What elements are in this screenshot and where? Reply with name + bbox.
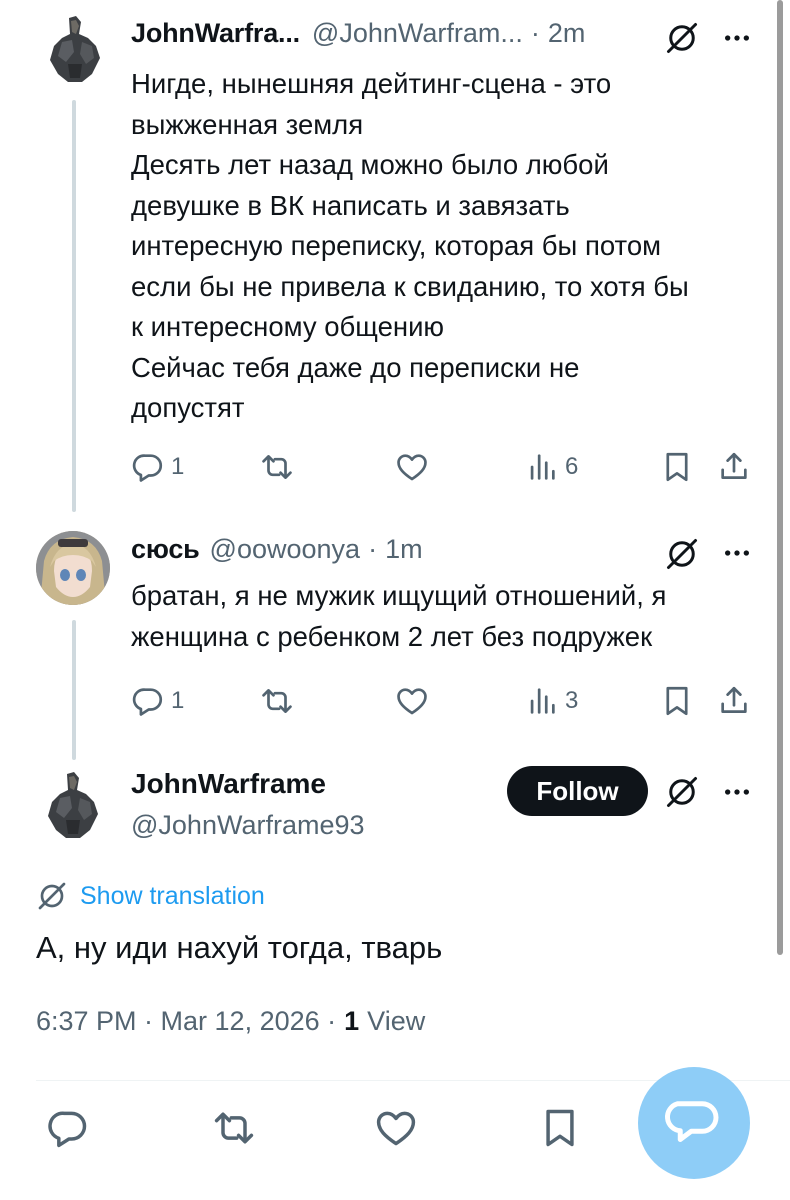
views-icon	[525, 450, 559, 484]
compose-message-icon	[665, 1101, 719, 1142]
tweet-text-line: Сейчас тебя даже до переписки не	[131, 351, 580, 383]
author-name[interactable]: JohnWarfra...	[131, 18, 300, 49]
reply-button[interactable]: 1	[131, 450, 184, 484]
reply-button[interactable]	[46, 1106, 90, 1150]
more-icon[interactable]	[721, 776, 753, 808]
avatar[interactable]	[36, 768, 110, 842]
share-button[interactable]	[717, 450, 751, 484]
focus-author-name[interactable]: JohnWarframe	[131, 768, 326, 800]
author-handle[interactable]: @oowoonya	[210, 534, 361, 565]
more-icon[interactable]	[721, 22, 753, 54]
retweet-icon	[260, 684, 294, 718]
reply-icon	[46, 1106, 90, 1150]
warframe-avatar-image	[50, 16, 100, 82]
views-button[interactable]: 3	[525, 684, 578, 718]
like-icon	[374, 1106, 418, 1150]
grok-icon[interactable]	[664, 774, 700, 810]
like-icon	[395, 450, 429, 484]
tweet-text: Нигде, нынешняя дейтинг-сцена - это выжж…	[131, 64, 756, 429]
reply-button[interactable]: 1	[131, 684, 184, 718]
follow-button[interactable]: Follow	[507, 766, 648, 816]
like-button[interactable]	[395, 684, 429, 718]
views-icon	[525, 684, 559, 718]
tweet-timestamp[interactable]: 6:37 PM · Mar 12, 2026 ·	[36, 1006, 336, 1037]
scrollbar[interactable]	[777, 0, 783, 955]
show-translation-label: Show translation	[80, 881, 265, 910]
reply-count: 1	[171, 453, 185, 480]
tweet-header: сюсь @oowoonya · 1m	[131, 534, 423, 565]
retweet-button[interactable]	[260, 684, 294, 718]
retweet-button[interactable]	[212, 1106, 256, 1150]
tweet-text-line: если бы не привела к свиданию, то хотя б…	[131, 270, 689, 302]
warframe-avatar-image	[48, 772, 98, 838]
views-count: 6	[565, 453, 579, 480]
tweet-text-line: Десять лет назад можно было любой	[131, 149, 609, 180]
share-button[interactable]	[717, 684, 751, 718]
retweet-button[interactable]	[260, 450, 294, 484]
reply-count: 1	[171, 687, 185, 714]
tweet-text-line: женщина с ребенком 2 лет без подружек	[131, 620, 653, 652]
view-count: 1	[344, 1006, 360, 1036]
retweet-icon	[212, 1106, 256, 1150]
author-name[interactable]: сюсь	[131, 534, 200, 565]
tweet-text-line: к интересному общению	[131, 311, 445, 342]
bookmark-icon	[538, 1106, 582, 1150]
reply-icon	[131, 450, 165, 484]
tweet-text: братан, я не мужик ищущий отношений, я ж…	[131, 576, 756, 657]
grok-icon[interactable]	[664, 20, 700, 56]
thread-line	[72, 620, 76, 760]
bookmark-icon	[660, 684, 694, 718]
tweet-text-line: братан, я не мужик ищущий отношений, я	[131, 580, 667, 611]
bookmark-button[interactable]	[660, 450, 694, 484]
avatar[interactable]	[38, 12, 112, 86]
tweet-time[interactable]: 2m	[548, 18, 586, 49]
tweet-text-line: допустят	[131, 392, 245, 423]
focus-author-handle[interactable]: @JohnWarframe93	[131, 810, 365, 841]
tweet-text-line: интересную переписку, которая бы потом	[131, 230, 662, 261]
focus-tweet-text: А, ну иди нахуй тогда, тварь	[36, 930, 443, 965]
grok-icon[interactable]	[664, 536, 700, 572]
tweet-meta: 6:37 PM · Mar 12, 2026 · 1 View	[36, 1006, 425, 1037]
share-icon	[717, 450, 751, 484]
bookmark-button[interactable]	[660, 684, 694, 718]
separator-dot: ·	[530, 18, 540, 48]
bookmark-button[interactable]	[538, 1106, 582, 1150]
separator-dot: ·	[368, 534, 378, 564]
views-button[interactable]: 6	[525, 450, 578, 484]
tweet-actions: 1 3	[131, 684, 756, 724]
tweet-time[interactable]: 1m	[385, 534, 423, 565]
share-icon	[717, 684, 751, 718]
tweet-text-line: выжженная земля	[131, 108, 364, 140]
anime-avatar-image	[36, 531, 110, 605]
like-button[interactable]	[374, 1106, 418, 1150]
like-button[interactable]	[395, 450, 429, 484]
reply-icon	[131, 684, 165, 718]
author-handle[interactable]: @JohnWarfram...	[312, 18, 523, 49]
compose-message-button[interactable]	[638, 1067, 750, 1179]
tweet-text-line: Нигде, нынешняя дейтинг-сцена - это	[131, 68, 612, 99]
translate-icon	[36, 880, 68, 912]
tweet-actions: 1 6	[131, 450, 756, 490]
tweet-text-line: девушке в ВК написать и завязать	[131, 189, 570, 221]
show-translation-link[interactable]: Show translation	[36, 880, 265, 912]
like-icon	[395, 684, 429, 718]
retweet-icon	[260, 450, 294, 484]
bookmark-icon	[660, 450, 694, 484]
view-label: View	[367, 1006, 426, 1036]
views-count: 3	[565, 687, 579, 714]
more-icon[interactable]	[721, 537, 753, 569]
tweet-header: JohnWarfra... @JohnWarfram... · 2m	[131, 18, 585, 49]
avatar[interactable]	[36, 531, 110, 605]
thread-line	[72, 100, 76, 512]
